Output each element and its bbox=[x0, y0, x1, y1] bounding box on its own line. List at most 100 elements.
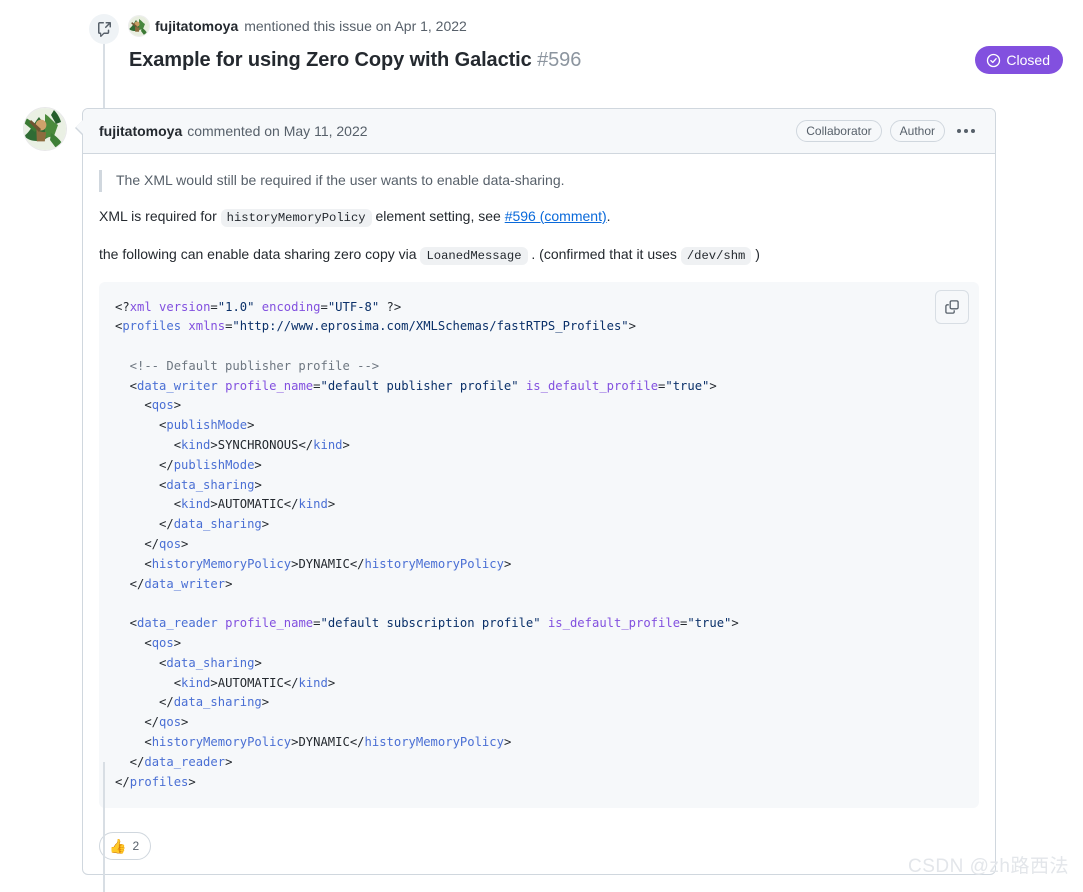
reaction-thumbsup-button[interactable]: 👍 2 bbox=[99, 832, 152, 861]
check-circle-icon bbox=[986, 53, 1001, 68]
code-token: kind bbox=[181, 497, 211, 512]
code-token: "true" bbox=[665, 378, 710, 393]
code-token: > bbox=[181, 537, 189, 552]
code-token: > bbox=[247, 418, 255, 433]
comment-body: The XML would still be required if the u… bbox=[83, 154, 995, 826]
code-token: is_default_profile bbox=[547, 616, 681, 631]
code-token: encoding bbox=[261, 299, 321, 314]
code-token: </ bbox=[115, 754, 145, 769]
code-token: is_default_profile bbox=[525, 378, 659, 393]
code-token: > bbox=[503, 735, 512, 750]
comment-arrow-fill bbox=[76, 120, 83, 134]
code-token: < bbox=[115, 735, 152, 750]
code-token: "default subscription profile" bbox=[320, 616, 541, 631]
code-token: > bbox=[225, 576, 233, 591]
copy-icon bbox=[944, 299, 960, 315]
code-token: data_reader bbox=[144, 754, 226, 769]
code-token: < bbox=[115, 655, 167, 670]
code-token: </ bbox=[283, 497, 299, 512]
code-token: historyMemoryPolicy bbox=[151, 556, 292, 571]
code-token: kind bbox=[313, 438, 343, 453]
inline-code-loaned-message: LoanedMessage bbox=[420, 246, 528, 265]
code-token: data_writer bbox=[137, 378, 218, 393]
code-token: > bbox=[210, 675, 218, 690]
thumbsup-icon: 👍 bbox=[109, 838, 127, 855]
issue-title-text[interactable]: Example for using Zero Copy with Galacti… bbox=[129, 49, 532, 71]
code-token: SYNCHRONOUS bbox=[217, 438, 299, 453]
code-token: > bbox=[261, 517, 270, 532]
comment-author[interactable]: fujitatomoya bbox=[99, 123, 182, 139]
code-token: data_sharing bbox=[166, 655, 255, 670]
code-token: > bbox=[188, 774, 196, 789]
code-token: < bbox=[115, 477, 167, 492]
code-token: > bbox=[254, 655, 262, 670]
blockquote: The XML would still be required if the u… bbox=[99, 170, 979, 192]
kebab-horizontal-icon[interactable] bbox=[953, 119, 979, 143]
code-token: < bbox=[115, 497, 182, 512]
code-token: profiles bbox=[122, 319, 182, 334]
code-token: <? bbox=[115, 299, 130, 314]
cross-reference-action: mentioned this issue on Apr 1, 2022 bbox=[244, 18, 467, 34]
inline-code-dev-shm: /dev/shm bbox=[680, 246, 752, 265]
reaction-count: 2 bbox=[132, 839, 140, 854]
code-token: </ bbox=[283, 675, 299, 690]
code-token: > bbox=[342, 438, 350, 453]
code-token: > bbox=[210, 497, 218, 512]
avatar-mini[interactable] bbox=[129, 16, 149, 36]
code-token: > bbox=[731, 616, 739, 631]
code-token: data_sharing bbox=[173, 695, 262, 710]
code-token: </ bbox=[115, 517, 174, 532]
code-token: < bbox=[115, 675, 182, 690]
code-token: data_reader bbox=[137, 616, 218, 631]
code-token: historyMemoryPolicy bbox=[364, 735, 504, 750]
code-token: profile_name bbox=[225, 378, 314, 393]
code-token: > bbox=[225, 754, 233, 769]
code-token: "http://www.eprosima.com/XMLSchemas/fast… bbox=[232, 319, 629, 334]
code-token: > bbox=[261, 695, 270, 710]
code-token: </ bbox=[349, 735, 365, 750]
code-token: AUTOMATIC bbox=[217, 675, 284, 690]
code-token: </ bbox=[349, 556, 365, 571]
status-badge: Closed bbox=[975, 46, 1063, 74]
code-token: kind bbox=[298, 497, 328, 512]
reactions-bar: 👍 2 bbox=[83, 826, 995, 874]
code-token: ?> bbox=[379, 299, 402, 314]
code-token: = bbox=[210, 299, 218, 314]
code-token: > bbox=[173, 398, 182, 413]
code-token: </ bbox=[115, 695, 174, 710]
code-token: publishMode bbox=[166, 418, 248, 433]
code-token: </ bbox=[115, 715, 160, 730]
link-issue-596-comment[interactable]: #596 (comment) bbox=[505, 208, 607, 224]
code-token: historyMemoryPolicy bbox=[151, 735, 292, 750]
code-token: qos bbox=[159, 537, 182, 552]
p3-before: the following can enable data sharing ze… bbox=[99, 245, 417, 262]
cross-reference-username[interactable]: fujitatomoya bbox=[155, 18, 238, 34]
code-token: <!-- Default publisher profile --> bbox=[115, 358, 380, 373]
code-token: "UTF-8" bbox=[327, 299, 380, 314]
code-token: qos bbox=[151, 398, 174, 413]
code-token: kind bbox=[181, 675, 211, 690]
timeline-connector-line bbox=[103, 40, 105, 115]
code-token: AUTOMATIC bbox=[217, 497, 284, 512]
code-token: > bbox=[181, 715, 189, 730]
code-token: DYNAMIC bbox=[298, 735, 350, 750]
code-token: = bbox=[320, 299, 328, 314]
code-token: < bbox=[115, 616, 138, 631]
cross-reference-icon bbox=[89, 14, 119, 44]
code-token: data_sharing bbox=[166, 477, 255, 492]
comment-box: fujitatomoya commented on May 11, 2022 C… bbox=[75, 108, 996, 876]
code-token: </ bbox=[115, 774, 130, 789]
code-token: xmlns bbox=[188, 319, 226, 334]
timeline-connector-line-bottom bbox=[103, 762, 105, 892]
avatar[interactable] bbox=[24, 108, 66, 150]
watermark: CSDN @zh路西法 bbox=[908, 856, 1069, 877]
code-token: kind bbox=[181, 438, 211, 453]
copy-code-button[interactable] bbox=[935, 289, 969, 324]
code-content: <?xml version="1.0" encoding="UTF-8" ?> … bbox=[115, 298, 963, 793]
code-token: > bbox=[709, 378, 717, 393]
code-token: "1.0" bbox=[217, 299, 255, 314]
comment-header: fujitatomoya commented on May 11, 2022 C… bbox=[83, 109, 995, 154]
